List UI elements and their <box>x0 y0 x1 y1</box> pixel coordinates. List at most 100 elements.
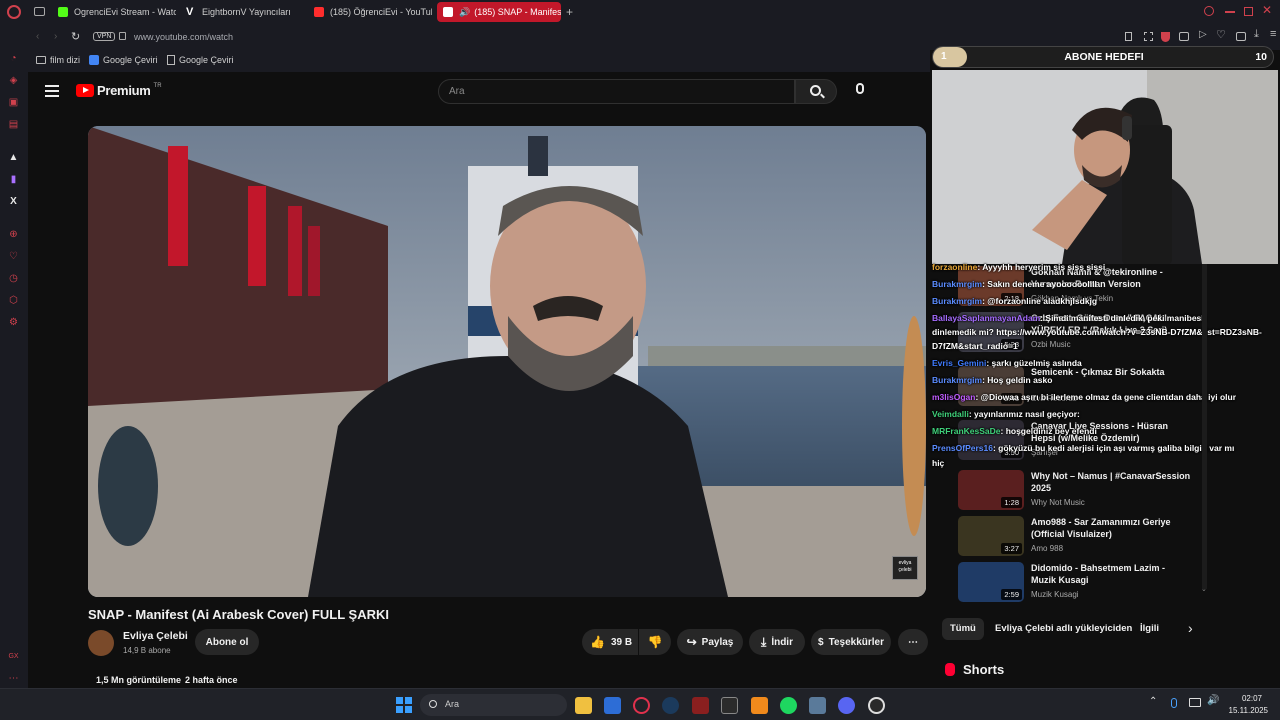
scroll-down-arrow[interactable]: ⌄ <box>1201 585 1207 593</box>
recommendation-channel[interactable]: Amo 988 <box>1031 544 1063 553</box>
channel-name[interactable]: Evliya Çelebi <box>123 630 188 642</box>
voice-search-microphone-icon[interactable] <box>856 83 864 94</box>
recommendation-channel[interactable]: Ozbi Music <box>1031 340 1071 349</box>
add-icon[interactable]: ⊕ <box>7 228 20 241</box>
chips-next-icon[interactable]: › <box>1188 620 1193 636</box>
tab-islands-icon[interactable] <box>34 7 45 16</box>
maximize-button[interactable] <box>1244 7 1253 16</box>
chip-from-uploader[interactable]: Evliya Çelebi adlı yükleyiciden <box>988 618 1139 640</box>
more-actions-button[interactable]: ⋯ <box>898 629 928 655</box>
chat-username[interactable]: PrensOfPers16 <box>932 443 993 453</box>
wallet-icon[interactable]: ▣ <box>7 96 20 109</box>
forward-button[interactable]: › <box>54 31 57 42</box>
player-icon[interactable]: ▤ <box>7 118 20 131</box>
gx-icon[interactable]: GX <box>7 650 20 663</box>
volume-tray-icon[interactable]: 🔊 <box>1207 695 1219 706</box>
spotify-icon[interactable] <box>780 697 797 714</box>
twitch-icon[interactable]: ▮ <box>7 173 20 186</box>
share-button[interactable]: ↪ Paylaş <box>677 629 743 655</box>
download-icon[interactable]: ⤓ <box>1254 28 1259 41</box>
bookmark-google-ceviri-2[interactable]: Google Çeviri <box>167 55 234 65</box>
hamburger-menu-icon[interactable] <box>45 85 59 97</box>
extensions-icon[interactable]: ⬡ <box>7 294 20 307</box>
taskbar-search[interactable]: Ara <box>420 694 567 716</box>
recommendation-thumbnail[interactable]: 2:59 <box>958 562 1024 602</box>
recommendation-item[interactable]: 2:59 Didomido - Bahsetmem Lazim - Muzik K… <box>958 562 1208 604</box>
dislike-button[interactable]: 👎 <box>639 629 671 655</box>
opera-logo-icon[interactable] <box>7 5 21 19</box>
chat-username[interactable]: m3lisOgan <box>932 392 975 402</box>
thanks-button[interactable]: $ Teşekkürler <box>811 629 891 655</box>
heart-toolbar-icon[interactable]: ♡ <box>1216 28 1226 41</box>
chat-username[interactable]: forzaonline <box>932 262 977 272</box>
subscribe-button[interactable]: Abone ol <box>195 629 259 655</box>
search-input[interactable]: Ara <box>438 79 795 104</box>
search-button[interactable] <box>795 79 837 104</box>
chat-username[interactable]: Veimdalli <box>932 409 969 419</box>
recommendation-title[interactable]: Amo988 - Sar Zamanımızı Geriye (Official… <box>1031 516 1191 540</box>
vpn-badge[interactable]: VPN <box>93 32 116 41</box>
chat-username[interactable]: MRFranKesSaDe <box>932 426 1001 436</box>
vlc-icon[interactable] <box>751 697 768 714</box>
screenshot-icon[interactable] <box>1236 32 1246 41</box>
history-icon[interactable]: ◷ <box>7 272 20 285</box>
file-explorer-icon[interactable] <box>575 697 592 714</box>
clock-date[interactable]: 15.11.2025 <box>1214 706 1268 715</box>
bookmark-film-dizi[interactable]: film dizi <box>36 55 80 65</box>
channel-avatar[interactable] <box>88 630 114 656</box>
kick-sidebar-icon[interactable]: ▲ <box>7 151 20 164</box>
chat-username[interactable]: Burakmrgim <box>932 296 982 306</box>
recommendation-title[interactable]: Didomido - Bahsetmem Lazim - Muzik Kusag… <box>1031 562 1191 586</box>
windows-start-icon[interactable] <box>396 697 412 713</box>
opera-gx-icon[interactable] <box>633 697 650 714</box>
network-app-icon[interactable] <box>809 697 826 714</box>
obs-icon[interactable] <box>868 697 885 714</box>
search-tabs-icon[interactable] <box>1204 6 1214 16</box>
recommendations-scrollbar[interactable] <box>1202 264 1207 589</box>
video-player[interactable]: evliya çelebi <box>88 126 926 597</box>
chip-related[interactable]: İlgili <box>1133 618 1166 640</box>
aria-icon[interactable]: ◔ <box>7 52 20 65</box>
tab-youtube-snap-manifest[interactable]: 🔊 (185) SNAP - Manifest <box>437 2 561 22</box>
more-icon[interactable]: ⋯ <box>7 672 20 685</box>
clock-time[interactable]: 02:07 <box>1222 694 1262 703</box>
recommendation-thumbnail[interactable]: 3:27 <box>958 516 1024 556</box>
recommendation-title[interactable]: Why Not – Namus | #CanavarSession 2025 <box>1031 470 1191 494</box>
chat-username[interactable]: Burakmrgim <box>932 279 982 289</box>
minimize-button[interactable] <box>1225 11 1235 13</box>
chat-username[interactable]: BallayaSaplanmayanAdam <box>932 313 1040 323</box>
chat-username[interactable]: Burakmrgim <box>932 375 982 385</box>
recommendation-thumbnail[interactable]: 1:28 <box>958 470 1024 510</box>
chat-username[interactable]: Evris_Gemini <box>932 358 986 368</box>
wallet-toolbar-icon[interactable] <box>1179 32 1189 41</box>
pin-icon[interactable] <box>1125 32 1132 41</box>
tab-eightbornv[interactable]: V EightbornV Yayıncıları <box>180 2 304 22</box>
reload-icon[interactable]: ↻ <box>71 30 80 43</box>
snapshot-icon[interactable] <box>1144 32 1153 41</box>
x-twitter-icon[interactable]: X <box>7 195 20 208</box>
epic-games-icon[interactable] <box>721 697 738 714</box>
heart-icon[interactable]: ♡ <box>7 250 20 263</box>
recommendation-item[interactable]: 1:28 Why Not – Namus | #CanavarSession 20… <box>958 470 1208 512</box>
tab-ogrencievi-stream[interactable]: OgrenciEvi Stream - Watc <box>52 2 176 22</box>
youtube-logo[interactable]: Premium TR <box>76 83 162 98</box>
chip-all[interactable]: Tümü <box>942 618 984 640</box>
bookmark-google-ceviri-1[interactable]: Google Çeviri <box>89 55 158 65</box>
recommendation-channel[interactable]: Why Not Music <box>1031 498 1085 507</box>
game-app-icon[interactable] <box>692 697 709 714</box>
settings-icon[interactable]: ⚙ <box>7 316 20 329</box>
microsoft-store-icon[interactable] <box>604 697 621 714</box>
recommendation-channel[interactable]: Muzik Kusagi <box>1031 590 1079 599</box>
play-icon[interactable]: ▷ <box>1199 29 1207 40</box>
recommendation-item[interactable]: 3:27 Amo988 - Sar Zamanımızı Geriye (Offi… <box>958 516 1208 558</box>
discord-icon[interactable] <box>838 697 855 714</box>
back-button[interactable]: ‹ <box>36 31 39 42</box>
tab-youtube-ogrencievi[interactable]: (185) ÖğrenciEvi - YouTub <box>308 2 432 22</box>
menu-icon[interactable]: ≡ <box>1270 28 1276 40</box>
download-button[interactable]: ⤓ İndir <box>749 629 805 655</box>
like-button[interactable]: 👍 39 B <box>582 629 638 655</box>
new-tab-button[interactable]: + <box>566 5 573 19</box>
shield-icon[interactable] <box>1161 32 1170 42</box>
microphone-tray-icon[interactable] <box>1171 698 1177 708</box>
close-window-button[interactable]: ✕ <box>1262 3 1272 17</box>
